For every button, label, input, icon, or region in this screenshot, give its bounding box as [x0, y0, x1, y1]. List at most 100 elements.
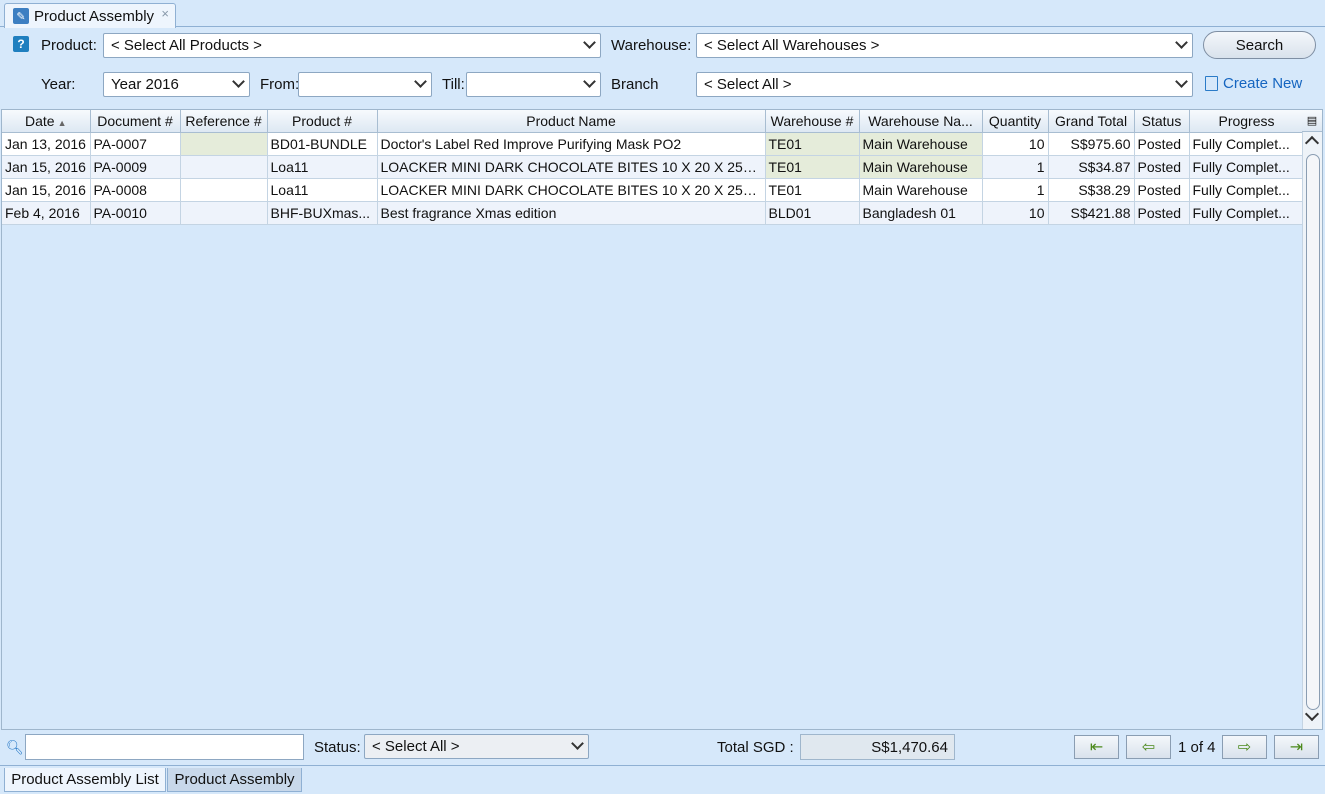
col-header-date[interactable]: Date ▲: [2, 110, 91, 133]
col-header-status[interactable]: Status: [1134, 110, 1190, 133]
cell-reference: [180, 178, 268, 202]
cell-product-name: LOACKER MINI DARK CHOCOLATE BITES 10 X 2…: [377, 155, 766, 179]
chevron-down-icon: [583, 36, 596, 49]
chevron-down-icon: [583, 75, 596, 88]
product-label: Product:: [41, 37, 97, 54]
cell-progress: Fully Complet...: [1189, 178, 1305, 202]
till-date-select[interactable]: [466, 72, 601, 97]
cell-product-name: Doctor's Label Red Improve Purifying Mas…: [377, 132, 766, 156]
cell-document: PA-0008: [90, 178, 181, 202]
col-header-warehouse-name[interactable]: Warehouse Na...: [859, 110, 983, 133]
cell-product: Loa11: [267, 178, 378, 202]
table-row[interactable]: Jan 15, 2016 PA-0009 Loa11 LOACKER MINI …: [2, 155, 1305, 179]
table-row[interactable]: Feb 4, 2016 PA-0010 BHF-BUXmas... Best f…: [2, 201, 1305, 225]
scroll-up-icon[interactable]: [1304, 135, 1320, 151]
col-header-product[interactable]: Product #: [267, 110, 378, 133]
year-label: Year:: [41, 76, 76, 93]
find-icon: 🔍︎: [6, 739, 24, 755]
cell-date: Jan 15, 2016: [2, 155, 91, 179]
cell-status: Posted: [1134, 201, 1190, 225]
first-page-button[interactable]: ⇤: [1074, 735, 1119, 759]
warehouse-select[interactable]: < Select All Warehouses >: [696, 33, 1193, 58]
cell-product-name: LOACKER MINI DARK CHOCOLATE BITES 10 X 2…: [377, 178, 766, 202]
col-header-reference[interactable]: Reference #: [180, 110, 268, 133]
from-date-select[interactable]: [298, 72, 432, 97]
vertical-scrollbar[interactable]: ▤: [1302, 110, 1322, 729]
scroll-thumb[interactable]: [1306, 154, 1320, 710]
cell-grand-total: S$975.60: [1048, 132, 1135, 156]
cell-warehouse-name: Main Warehouse: [859, 155, 983, 179]
previous-page-button[interactable]: ⇦: [1126, 735, 1171, 759]
chevron-down-icon: [232, 75, 245, 88]
table-row[interactable]: Jan 15, 2016 PA-0008 Loa11 LOACKER MINI …: [2, 178, 1305, 202]
product-select-value: < Select All Products >: [111, 37, 262, 54]
last-page-button[interactable]: ⇥: [1274, 735, 1319, 759]
tab-product-assembly-list[interactable]: Product Assembly List: [4, 768, 166, 792]
cell-date: Jan 15, 2016: [2, 178, 91, 202]
table-row[interactable]: Jan 13, 2016 PA-0007 BD01-BUNDLE Doctor'…: [2, 132, 1305, 156]
product-assembly-tab[interactable]: ✎ Product Assembly ×: [4, 3, 176, 28]
cell-date: Feb 4, 2016: [2, 201, 91, 225]
cell-reference: [180, 155, 268, 179]
scroll-down-icon[interactable]: [1304, 706, 1320, 722]
status-select-value: < Select All >: [372, 738, 460, 755]
cell-grand-total: S$34.87: [1048, 155, 1135, 179]
wrench-icon: ✎: [13, 8, 29, 24]
col-header-quantity[interactable]: Quantity: [982, 110, 1049, 133]
cell-product: BHF-BUXmas...: [267, 201, 378, 225]
year-select-value: Year 2016: [111, 76, 179, 93]
cell-warehouse-name: Main Warehouse: [859, 178, 983, 202]
branch-label: Branch: [611, 76, 659, 93]
cell-reference: [180, 132, 268, 156]
next-page-button[interactable]: ⇨: [1222, 735, 1267, 759]
cell-warehouse-name: Bangladesh 01: [859, 201, 983, 225]
cell-status: Posted: [1134, 155, 1190, 179]
warehouse-label: Warehouse:: [611, 37, 692, 54]
column-chooser-icon[interactable]: ▤: [1302, 110, 1322, 132]
cell-document: PA-0009: [90, 155, 181, 179]
total-value: S$1,470.64: [800, 734, 955, 760]
cell-date: Jan 13, 2016: [2, 132, 91, 156]
chevron-down-icon: [571, 737, 584, 750]
new-document-icon: [1205, 76, 1218, 91]
cell-document: PA-0007: [90, 132, 181, 156]
cell-warehouse-name: Main Warehouse: [859, 132, 983, 156]
cell-quantity: 1: [982, 155, 1049, 179]
cell-reference: [180, 201, 268, 225]
cell-warehouse: TE01: [765, 132, 860, 156]
cell-grand-total: S$421.88: [1048, 201, 1135, 225]
create-new-link[interactable]: Create New: [1205, 75, 1302, 92]
branch-select[interactable]: < Select All >: [696, 72, 1193, 97]
find-input[interactable]: [25, 734, 304, 760]
status-select[interactable]: < Select All >: [364, 734, 589, 759]
cell-progress: Fully Complet...: [1189, 201, 1305, 225]
col-header-document[interactable]: Document #: [90, 110, 181, 133]
cell-product-name: Best fragrance Xmas edition: [377, 201, 766, 225]
status-label: Status:: [314, 739, 361, 756]
col-header-grand-total[interactable]: Grand Total: [1048, 110, 1135, 133]
cell-document: PA-0010: [90, 201, 181, 225]
create-new-label: Create New: [1223, 75, 1303, 92]
help-icon[interactable]: ?: [13, 36, 29, 52]
cell-product: Loa11: [267, 155, 378, 179]
view-tabstrip: Product Assembly List Product Assembly: [0, 765, 1325, 794]
cell-quantity: 1: [982, 178, 1049, 202]
chevron-down-icon: [1175, 36, 1188, 49]
cell-warehouse: BLD01: [765, 201, 860, 225]
col-header-product-name[interactable]: Product Name: [377, 110, 766, 133]
year-select[interactable]: Year 2016: [103, 72, 250, 97]
page-indicator: 1 of 4: [1178, 739, 1216, 756]
cell-warehouse: TE01: [765, 155, 860, 179]
chevron-down-icon: [414, 75, 427, 88]
cell-grand-total: S$38.29: [1048, 178, 1135, 202]
tab-product-assembly[interactable]: Product Assembly: [167, 768, 302, 792]
cell-progress: Fully Complet...: [1189, 155, 1305, 179]
assembly-grid: Date ▲ Document # Reference # Product # P…: [1, 109, 1323, 730]
product-select[interactable]: < Select All Products >: [103, 33, 601, 58]
col-header-progress[interactable]: Progress: [1189, 110, 1305, 133]
till-label: Till:: [442, 76, 465, 93]
chevron-down-icon: [1175, 75, 1188, 88]
col-header-warehouse[interactable]: Warehouse #: [765, 110, 860, 133]
close-icon[interactable]: ×: [161, 6, 169, 21]
search-button[interactable]: Search: [1203, 31, 1316, 59]
